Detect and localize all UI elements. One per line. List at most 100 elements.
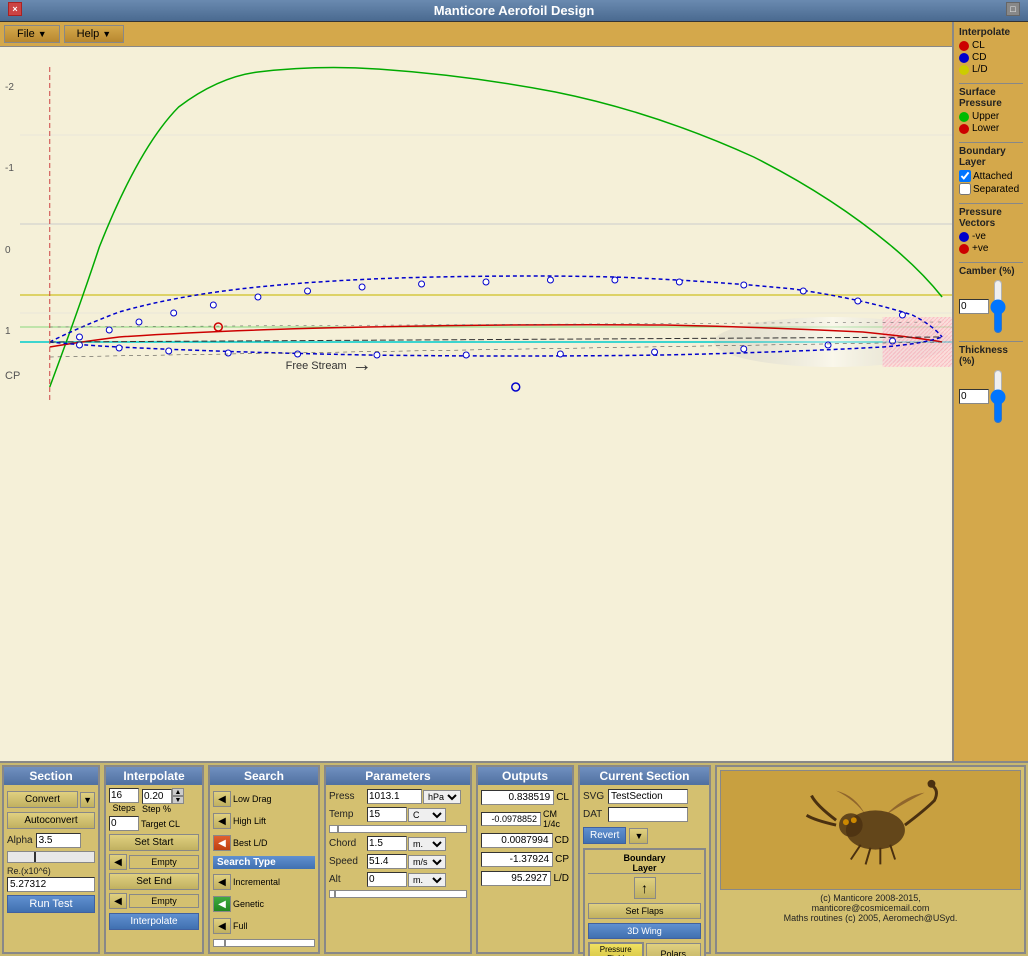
ld-output-row: 95.2927 L/D [481,871,569,886]
genetic-arrow-btn[interactable]: ◀ [213,896,231,912]
cd-dot [959,53,969,63]
dat-input[interactable] [608,807,688,822]
step-pct-input[interactable] [142,789,172,804]
help-menu-button[interactable]: Help ▼ [64,25,125,43]
boundary-layer-section: BoundaryLayer Attached Separated [959,146,1023,196]
pos-ve-label: +ve [972,243,988,254]
bl-up-arrow[interactable]: ↑ [634,877,656,899]
empty2-arrow-left[interactable]: ◀ [109,893,127,909]
dat-row: DAT [583,807,706,822]
low-drag-arrow-btn[interactable]: ◀ [213,791,231,807]
maximize-button[interactable]: □ [1006,2,1020,16]
main-chart-svg [20,47,952,402]
three-d-wing-button[interactable]: 3D Wing [588,923,701,939]
camber-slider[interactable] [991,279,1005,334]
interpolate-button[interactable]: Interpolate [109,913,199,930]
alt-unit-select[interactable]: m. [408,873,446,887]
autoconvert-button[interactable]: Autoconvert [7,812,95,829]
thickness-slider[interactable] [991,369,1005,424]
best-ld-arrow-btn[interactable]: ◀ [213,835,231,851]
alpha-label: Alpha [7,835,33,846]
interpolate-title: Interpolate [106,767,202,785]
pos-ve-item: +ve [959,243,1023,254]
cp-output-value: -1.37924 [481,852,553,867]
temp-input[interactable] [367,807,407,822]
cl-dot [959,41,969,51]
lower-pressure-dot [959,124,969,134]
convert-arrow-button[interactable]: ▼ [80,792,95,808]
separated-label: Separated [973,184,1019,195]
upper-label: Upper [972,111,999,122]
interpolate-legend-title: Interpolate [959,27,1023,38]
convert-button[interactable]: Convert [7,791,78,808]
y-label-1: 1 [5,326,14,337]
alt-input[interactable] [367,872,407,887]
run-test-button[interactable]: Run Test [7,895,95,913]
camber-title: Camber (%) [959,266,1023,277]
set-end-button[interactable]: Set End [109,873,199,890]
incremental-arrow-btn[interactable]: ◀ [213,874,231,890]
revert-arrow-button[interactable]: ▼ [629,828,648,844]
step-pct-down[interactable]: ▼ [172,796,184,804]
re-input[interactable] [7,877,95,892]
outputs-title: Outputs [478,767,572,785]
chord-input[interactable] [367,836,407,851]
press-input[interactable] [367,789,422,804]
full-arrow-btn[interactable]: ◀ [213,918,231,934]
chord-label: Chord [329,838,367,849]
chord-unit-select[interactable]: m. [408,837,446,851]
attached-checkbox[interactable] [959,170,971,182]
ld-output-label: L/D [553,873,569,884]
close-button[interactable]: × [8,2,22,16]
re-label: Re.(x10^6) [7,866,51,876]
alpha-input[interactable] [36,833,81,848]
polars-button[interactable]: Polars [646,943,702,956]
y-label-neg1: -1 [5,163,14,174]
boundary-layer-sub-section: BoundaryLayer ↑ Set Flaps 3D Wing Pressu… [583,848,706,956]
chord-row: Chord m. [329,836,467,851]
ld-output-value: 95.2927 [481,871,551,886]
cl-legend-label: CL [972,40,985,51]
high-lift-label: High Lift [233,816,266,826]
press-label: Press [329,791,367,802]
press-unit-select[interactable]: hPa [423,790,461,804]
cl-output-value: 0.838519 [481,790,554,805]
thickness-input[interactable] [959,389,989,404]
thickness-section: Thickness (%) [959,345,1023,424]
file-menu-button[interactable]: File ▼ [4,25,60,43]
svg-input[interactable] [608,789,688,804]
set-flaps-button[interactable]: Set Flaps [588,903,701,919]
camber-input[interactable] [959,299,989,314]
cl-output-row: 0.838519 CL [481,790,569,805]
ld-dot [959,65,969,75]
pos-ve-dot [959,244,969,254]
pressure-vectors-title: PressureVectors [959,207,1023,229]
speed-input[interactable] [367,854,407,869]
ld-legend-item: L/D [959,64,1023,75]
cd-output-row: 0.0087994 CD [481,833,569,848]
file-menu-label: File [17,28,35,40]
steps-input[interactable] [109,788,139,803]
step-pct-up[interactable]: ▲ [172,788,184,796]
target-cl-label: Target CL [141,819,180,829]
separated-checkbox[interactable] [959,183,971,195]
dat-label: DAT [583,809,608,820]
speed-unit-select[interactable]: m/s [408,855,446,869]
low-drag-arrow-left[interactable]: ◀ [109,854,127,870]
temp-unit-select[interactable]: C [408,808,446,822]
target-cl-input[interactable] [109,816,139,831]
full-label: Full [233,921,248,931]
set-start-button[interactable]: Set Start [109,834,199,851]
lower-label: Lower [972,123,999,134]
press-row: Press hPa [329,789,467,804]
thickness-title: Thickness (%) [959,345,1023,367]
revert-button[interactable]: Revert [583,827,626,844]
high-lift-arrow-btn[interactable]: ◀ [213,813,231,829]
parameters-panel: Parameters Press hPa Temp C Chord m [324,765,472,954]
step-pct-label: Step % [142,804,184,814]
bottom-panel: Section Convert ▼ Autoconvert Alpha Re.(… [0,761,1028,956]
temp-row: Temp C [329,807,467,822]
neg-ve-item: -ve [959,231,1023,242]
speed-label: Speed [329,856,367,867]
lower-pressure-item: Lower [959,123,1023,134]
